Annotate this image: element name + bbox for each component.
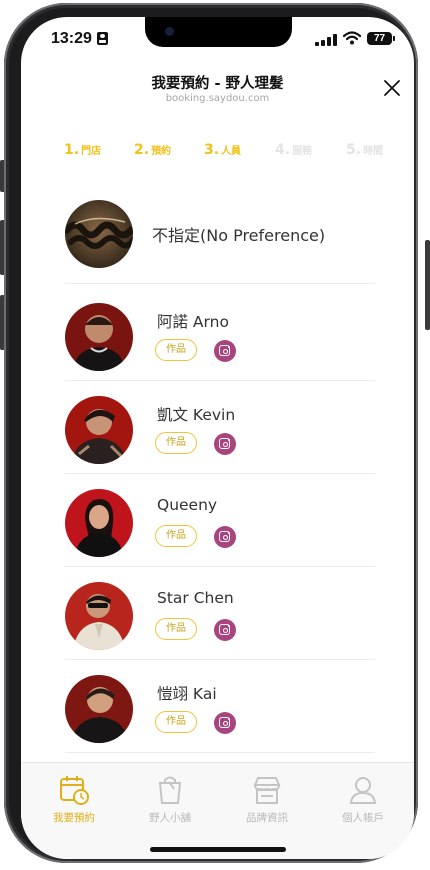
step-service: 4. 服務	[275, 139, 312, 158]
step-number: 3.	[204, 142, 220, 158]
step-label: 預約	[151, 146, 172, 157]
tab-label: 品牌資訊	[246, 812, 288, 824]
tab-account[interactable]: 個人帳戶	[314, 773, 412, 825]
status-bar: 13:29 77	[21, 17, 414, 61]
instagram-icon[interactable]	[214, 433, 236, 455]
user-icon	[349, 777, 377, 804]
divider	[65, 283, 375, 284]
divider	[65, 566, 375, 567]
stylist-avatar	[65, 675, 133, 743]
calendar-clock-icon	[60, 776, 89, 805]
divider	[65, 380, 375, 381]
contact-card-icon	[97, 32, 108, 45]
step-number: 5.	[346, 142, 362, 158]
no-preference-label: 不指定(No Preference)	[152, 226, 326, 245]
stylist-avatar	[65, 303, 133, 371]
stylist-row-kai[interactable]: 愷翊 Kai 作品	[65, 665, 375, 753]
portfolio-button[interactable]: 作品	[155, 432, 197, 454]
shopping-bag-icon	[158, 776, 182, 804]
step-staff[interactable]: 3. 人員	[204, 139, 241, 158]
step-number: 2.	[134, 142, 150, 158]
stylist-avatar	[65, 396, 133, 464]
stylist-name: 阿諾 Arno	[157, 313, 229, 331]
home-indicator	[150, 847, 286, 852]
page-subtitle-url: booking.saydou.com	[165, 93, 270, 104]
wifi-icon	[343, 31, 361, 45]
step-label: 門店	[81, 146, 102, 157]
instagram-icon[interactable]	[214, 526, 236, 548]
divider	[65, 473, 375, 474]
stylist-name: 凱文 Kevin	[157, 406, 236, 424]
step-number: 1.	[64, 142, 80, 158]
stylist-row-arno[interactable]: 阿諾 Arno 作品	[65, 293, 375, 381]
stylist-avatar	[65, 582, 133, 650]
portfolio-button[interactable]: 作品	[155, 711, 197, 733]
tab-label: 野人小舖	[149, 812, 191, 824]
step-label: 人員	[221, 146, 242, 157]
stylist-row-star-chen[interactable]: Star Chen 作品	[65, 572, 375, 660]
phone-screen: 13:29 77 我要預約 - 野人理髮 booking.saydou.com …	[21, 17, 414, 859]
step-label: 時間	[363, 146, 384, 157]
front-camera-icon	[165, 27, 174, 36]
stylist-row-queeny[interactable]: Queeny 作品	[65, 479, 375, 567]
tab-label: 個人帳戶	[342, 812, 384, 824]
instagram-icon[interactable]	[214, 619, 236, 641]
close-icon[interactable]	[381, 77, 403, 99]
booking-steps: 1. 門店 2. 預約 3. 人員 4. 服務 5. 時間	[21, 139, 414, 163]
phone-frame: 13:29 77 我要預約 - 野人理髮 booking.saydou.com …	[4, 3, 418, 863]
stylist-name: 愷翊 Kai	[157, 685, 217, 703]
brand-logo-avatar	[65, 200, 133, 268]
step-booking[interactable]: 2. 預約	[134, 139, 171, 158]
bottom-tab-bar: 我要預約 野人小舖 品牌資訊 個人帳戶	[21, 762, 414, 859]
tab-booking[interactable]: 我要預約	[25, 773, 123, 825]
divider	[65, 659, 375, 660]
power-button	[425, 240, 430, 330]
step-store[interactable]: 1. 門店	[64, 139, 101, 158]
divider	[65, 752, 375, 753]
dynamic-island	[145, 17, 292, 47]
storefront-icon	[253, 777, 281, 804]
step-time: 5. 時間	[346, 139, 383, 158]
stylist-name: Star Chen	[157, 589, 234, 607]
tab-shop[interactable]: 野人小舖	[121, 773, 219, 825]
tab-label: 我要預約	[53, 812, 95, 824]
step-number: 4.	[275, 142, 291, 158]
stylist-row-kevin[interactable]: 凱文 Kevin 作品	[65, 386, 375, 474]
no-preference-option[interactable]: 不指定(No Preference)	[65, 187, 375, 283]
step-label: 服務	[292, 146, 313, 157]
instagram-icon[interactable]	[214, 340, 236, 362]
portfolio-button[interactable]: 作品	[155, 339, 197, 361]
cellular-signal-icon	[315, 34, 337, 46]
portfolio-button[interactable]: 作品	[155, 525, 197, 547]
portfolio-button[interactable]: 作品	[155, 618, 197, 640]
tab-brand-info[interactable]: 品牌資訊	[218, 773, 316, 825]
battery-icon: 77	[367, 32, 395, 45]
status-time: 13:29	[51, 30, 92, 47]
instagram-icon[interactable]	[214, 712, 236, 734]
stylist-avatar	[65, 489, 133, 557]
page-title: 我要預約 - 野人理髮	[151, 76, 284, 92]
stylist-name: Queeny	[157, 496, 218, 514]
